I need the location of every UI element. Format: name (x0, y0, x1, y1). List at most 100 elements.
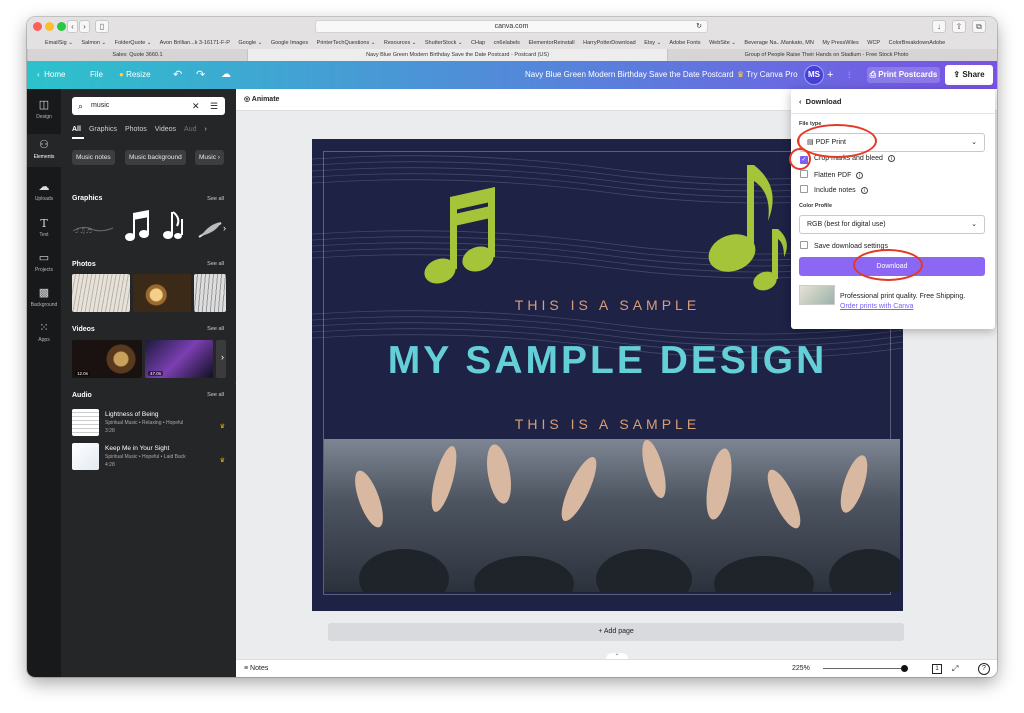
color-profile-select[interactable]: RGB (best for digital use) ⌄ (799, 215, 985, 234)
tabs-overview-icon[interactable]: ⧉ (972, 20, 986, 33)
resize-button[interactable]: ● Resize (119, 61, 151, 89)
music-note-element[interactable] (420, 187, 510, 297)
bookmark-item[interactable]: Avon Brillian...k 3-16171-F-P (160, 40, 230, 46)
chevron-right-icon[interactable]: › (223, 223, 226, 233)
bookmark-item[interactable]: ColorBreakdownAdobe (889, 40, 946, 46)
bookmark-item[interactable]: ShutterStock ⌄ (425, 40, 463, 46)
tab-audio[interactable]: Aud (184, 126, 196, 133)
page-count-button[interactable]: 1 (932, 664, 942, 674)
rail-design[interactable]: ◫ Design (27, 99, 61, 127)
bookmark-item[interactable]: WCP (867, 40, 880, 46)
video-thumbnail[interactable]: 12.0s (72, 340, 142, 378)
bookmark-item[interactable]: FolderQuote ⌄ (115, 40, 152, 46)
bookmark-item[interactable]: CHap (471, 40, 485, 46)
see-all-graphics[interactable]: See all (207, 196, 224, 202)
bookmark-item[interactable]: Etsy ⌄ (644, 40, 661, 46)
rail-elements[interactable]: ⚇ Elements (27, 134, 61, 167)
back-arrow-icon[interactable]: ‹ (67, 20, 78, 33)
zoom-slider[interactable] (823, 668, 907, 669)
bookmark-item[interactable]: My PressWiles (822, 40, 858, 46)
bookmark-item[interactable]: cn6elabels (494, 40, 520, 46)
music-graphic[interactable]: ♪♫♬ (72, 226, 114, 235)
clear-search-icon[interactable]: ✕ (192, 97, 200, 115)
feather-graphic[interactable] (198, 222, 222, 238)
browser-tab-active[interactable]: Navy Blue Green Modern Birthday Save the… (247, 49, 667, 61)
rail-text[interactable]: T Text (27, 217, 61, 245)
redo-icon[interactable]: ↷ (196, 61, 205, 89)
tab-photos[interactable]: Photos (125, 126, 147, 133)
try-pro-button[interactable]: ♛ Try Canva Pro (737, 61, 798, 89)
music-note-element[interactable] (697, 159, 792, 299)
file-menu[interactable]: File (90, 61, 103, 89)
zoom-slider-knob[interactable] (901, 665, 908, 672)
photo-sheet-music[interactable] (72, 274, 130, 312)
browser-tab[interactable]: Sales: Quote 3660.1 (27, 49, 247, 61)
flatten-pdf-checkbox[interactable]: Flatten PDF i (800, 170, 864, 179)
see-all-photos[interactable]: See all (207, 261, 224, 267)
rail-projects[interactable]: ▭ Projects (27, 252, 61, 280)
tab-videos[interactable]: Videos (155, 126, 176, 133)
checkbox-icon[interactable] (800, 170, 808, 178)
home-button[interactable]: ‹ Home (37, 61, 65, 89)
rail-background[interactable]: ▩ Background (27, 287, 61, 315)
checkbox-icon[interactable] (800, 185, 808, 193)
avatar[interactable]: MS (804, 65, 824, 85)
crowd-photo[interactable] (324, 439, 900, 592)
photo-gold-notes[interactable] (133, 274, 191, 312)
bookmark-item[interactable]: WebSite ⌄ (709, 40, 736, 46)
design-title[interactable]: Navy Blue Green Modern Birthday Save the… (525, 61, 734, 89)
back-arrow-icon[interactable]: ‹ (799, 97, 802, 106)
notes-button[interactable]: ≡ Notes (244, 660, 268, 677)
zoom-level[interactable]: 225% (792, 660, 810, 677)
fullscreen-icon[interactable]: ⤢ (952, 660, 958, 677)
minimize-window-button[interactable] (45, 22, 54, 31)
tab-graphics[interactable]: Graphics (89, 126, 117, 133)
see-all-videos[interactable]: See all (207, 326, 224, 332)
bookmark-item[interactable]: Google ⌄ (238, 40, 262, 46)
bookmark-item[interactable]: Adobe Fonts (669, 40, 700, 46)
audio-track[interactable]: Lightness of Being Spiritual Music • Rel… (72, 409, 227, 439)
search-input[interactable]: ⌕ music ✕ ☰ (72, 97, 225, 115)
chevron-right-icon[interactable]: › (221, 287, 224, 297)
rail-uploads[interactable]: ☁ Uploads (27, 181, 61, 209)
undo-icon[interactable]: ↶ (173, 61, 182, 89)
design-title[interactable]: MY SAMPLE DESIGN (312, 339, 903, 383)
print-postcards-button[interactable]: ⎙ Print Postcards (867, 67, 940, 83)
see-all-audio[interactable]: See all (207, 392, 224, 398)
bookmark-item[interactable]: HarryPotterDownload (583, 40, 636, 46)
zoom-window-button[interactable] (57, 22, 66, 31)
bookmark-item[interactable]: Google Images (271, 40, 308, 46)
analytics-icon[interactable]: ⫶ (848, 61, 850, 89)
music-note-graphic[interactable] (125, 210, 149, 241)
chip-music[interactable]: Music › (195, 150, 224, 165)
bookmark-item[interactable]: PrinterTechQuestions ⌄ (317, 40, 376, 46)
bookmark-item[interactable]: Beverage Na...Mankato, MN (744, 40, 813, 46)
share-browser-icon[interactable]: ⇧ (952, 20, 966, 33)
bookmark-item[interactable]: Resources ⌄ (384, 40, 416, 46)
address-bar[interactable]: canva.com ↻ (315, 20, 708, 33)
music-note-graphic[interactable] (163, 211, 183, 239)
reload-icon[interactable]: ↻ (696, 21, 702, 32)
sidebar-toggle-icon[interactable]: ▯ (95, 20, 109, 33)
bookmark-item[interactable]: ElementorReinstall (528, 40, 574, 46)
bookmark-item[interactable]: Salmon ⌄ (81, 40, 106, 46)
share-button[interactable]: ⇪ Share (945, 65, 993, 85)
filter-icon[interactable]: ☰ (210, 97, 218, 115)
chevron-right-icon[interactable]: › (205, 126, 207, 133)
info-icon[interactable]: i (860, 187, 868, 194)
close-window-button[interactable] (33, 22, 42, 31)
tab-all[interactable]: All (72, 126, 81, 133)
order-prints-link[interactable]: Order prints with Canva (840, 303, 914, 310)
save-settings-checkbox[interactable]: Save download settings (800, 241, 888, 250)
browser-tab[interactable]: Group of People Raise Their Hands on Sta… (667, 49, 985, 61)
add-page-button[interactable]: + Add page (328, 623, 904, 641)
rail-apps[interactable]: ⁙ Apps (27, 322, 61, 350)
audio-track[interactable]: Keep Me in Your Sight Spiritual Music • … (72, 443, 227, 473)
info-icon[interactable]: i (887, 155, 895, 162)
include-notes-checkbox[interactable]: Include notes i (800, 185, 868, 194)
chevron-right-icon[interactable]: › (221, 352, 224, 362)
chip-music-notes[interactable]: Music notes (72, 150, 115, 165)
chip-music-background[interactable]: Music background (125, 150, 186, 165)
forward-arrow-icon[interactable]: › (79, 20, 90, 33)
add-collaborator-icon[interactable]: + (827, 61, 833, 89)
